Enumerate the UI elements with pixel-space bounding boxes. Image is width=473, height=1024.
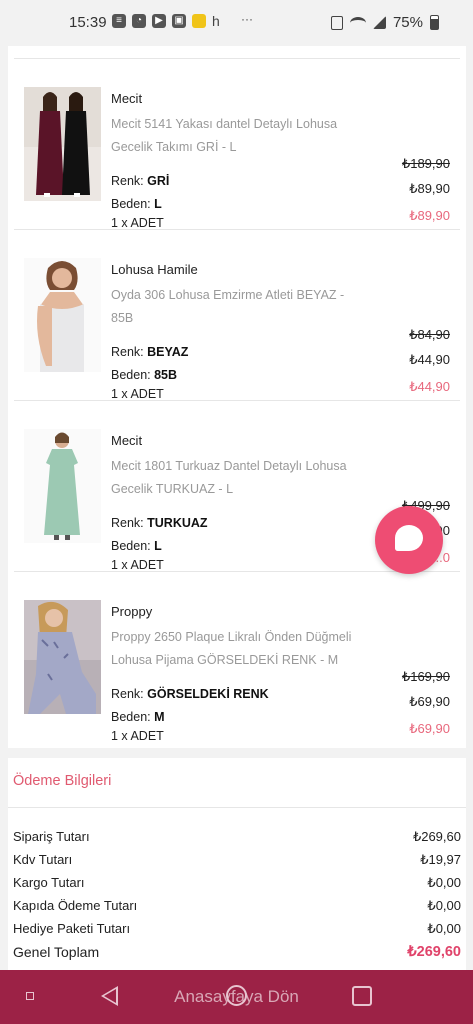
product-quantity: 1 x ADET — [111, 729, 164, 743]
color-value: GÖRSELDEKİ RENK — [147, 687, 269, 701]
product-size: Beden: M — [111, 710, 165, 724]
vibrate-icon — [330, 15, 343, 30]
row-value: ₺0,00 — [427, 875, 461, 890]
app-icon — [192, 14, 206, 28]
size-value: L — [154, 539, 162, 553]
notification-icons: ≡ ◔ ▶ ▣ h — [112, 14, 220, 28]
payment-row: Kdv Tutarı ₺19,97 — [13, 852, 461, 868]
row-label: Kargo Tutarı — [13, 875, 85, 890]
payment-row: Kapıda Ödeme Tutarı ₺0,00 — [13, 898, 461, 914]
product-name[interactable]: Oyda 306 Lohusa Emzirme Atleti BEYAZ - 8… — [111, 284, 356, 330]
product-size: Beden: L — [111, 539, 162, 553]
product-name[interactable]: Mecit 5141 Yakası dantel Detaylı Lohusa … — [111, 113, 356, 159]
product-image[interactable] — [24, 258, 101, 372]
order-item[interactable]: Mecit Mecit 5141 Yakası dantel Detaylı L… — [8, 59, 466, 230]
color-label: Renk: — [111, 687, 148, 701]
product-quantity: 1 x ADET — [111, 216, 164, 230]
product-size: Beden: 85B — [111, 368, 177, 382]
color-value: GRİ — [147, 174, 170, 188]
product-image[interactable] — [24, 87, 101, 201]
size-label: Beden: — [111, 539, 155, 553]
product-size: Beden: L — [111, 197, 162, 211]
row-label: Sipariş Tutarı — [13, 829, 90, 844]
divider — [8, 807, 466, 808]
payment-title: Ödeme Bilgileri — [13, 773, 112, 789]
battery-icon — [430, 15, 439, 30]
product-quantity: 1 x ADET — [111, 558, 164, 572]
package-icon: ▣ — [172, 14, 186, 28]
product-brand: Proppy — [111, 604, 153, 619]
payment-row: Sipariş Tutarı ₺269,60 — [13, 829, 461, 845]
status-right: 75% — [330, 14, 439, 31]
product-color: Renk: GÖRSELDEKİ RENK — [111, 687, 269, 701]
youtube-icon: ▶ — [152, 14, 166, 28]
color-value: TURKUAZ — [147, 516, 208, 530]
price: ₺89,90 — [409, 181, 450, 196]
battery-percent: 75% — [392, 14, 423, 31]
status-bar: 15:39 ≡ ◔ ▶ ▣ h ··· 75% — [0, 0, 473, 46]
nav-home-icon[interactable] — [226, 985, 247, 1006]
product-brand: Mecit — [111, 433, 143, 448]
product-color: Renk: TURKUAZ — [111, 516, 208, 530]
row-label: Kapıda Ödeme Tutarı — [13, 898, 138, 913]
row-label: Hediye Paketi Tutarı — [13, 921, 131, 936]
size-value: 85B — [154, 368, 178, 382]
size-label: Beden: — [111, 710, 155, 724]
nav-recents-icon[interactable] — [26, 992, 34, 1000]
line-total: ₺44,90 — [409, 379, 450, 394]
payment-info-card: Ödeme Bilgileri Sipariş Tutarı ₺269,60 Kd… — [8, 758, 466, 970]
color-label: Renk: — [111, 516, 148, 530]
status-extra: h — [212, 13, 220, 29]
size-label: Beden: — [111, 368, 155, 382]
home-return-bar[interactable]: Anasayfaya Dön — [0, 970, 473, 1024]
order-items-card: Mecit Mecit 5141 Yakası dantel Detaylı L… — [8, 46, 466, 748]
product-color: Renk: BEYAZ — [111, 345, 188, 359]
chat-button[interactable] — [375, 506, 443, 574]
size-value: M — [154, 710, 165, 724]
old-price: ₺189,90 — [401, 156, 450, 171]
color-label: Renk: — [111, 345, 148, 359]
row-value: ₺0,00 — [427, 898, 461, 913]
total-value: ₺269,60 — [407, 944, 461, 960]
status-dots: ··· — [241, 12, 253, 26]
price: ₺69,90 — [409, 694, 450, 709]
row-label: Kdv Tutarı — [13, 852, 73, 867]
signal-icon — [372, 16, 386, 29]
color-label: Renk: — [111, 174, 148, 188]
product-brand: Lohusa Hamile — [111, 262, 198, 277]
wifi-icon — [349, 16, 366, 29]
size-value: L — [154, 197, 162, 211]
size-label: Beden: — [111, 197, 155, 211]
row-value: ₺269,60 — [412, 829, 461, 844]
status-time: 15:39 — [69, 14, 107, 31]
nav-overview-icon[interactable] — [352, 986, 372, 1006]
product-brand: Mecit — [111, 91, 143, 106]
product-quantity: 1 x ADET — [111, 387, 164, 401]
row-value: ₺19,97 — [420, 852, 461, 867]
payment-row: Hediye Paketi Tutarı ₺0,00 — [13, 921, 461, 937]
row-value: ₺0,00 — [427, 921, 461, 936]
total-label: Genel Toplam — [13, 944, 100, 960]
product-color: Renk: GRİ — [111, 174, 169, 188]
line-total: ₺89,90 — [409, 208, 450, 223]
order-item[interactable]: Proppy Proppy 2650 Plaque Likralı Önden … — [8, 572, 466, 743]
product-image[interactable] — [24, 429, 101, 543]
message-icon: ≡ — [112, 14, 126, 28]
product-name[interactable]: Mecit 1801 Turkuaz Dantel Detaylı Lohusa… — [111, 455, 356, 501]
old-price: ₺84,90 — [409, 327, 450, 342]
grand-total-row: Genel Toplam ₺269,60 — [13, 944, 461, 960]
old-price: ₺169,90 — [401, 669, 450, 684]
payment-row: Kargo Tutarı ₺0,00 — [13, 875, 461, 891]
line-total: ₺69,90 — [409, 721, 450, 736]
whatsapp-icon: ◔ — [132, 14, 146, 28]
product-name[interactable]: Proppy 2650 Plaque Likralı Önden Düğmeli… — [111, 626, 356, 672]
product-image[interactable] — [24, 600, 101, 714]
price: ₺44,90 — [409, 352, 450, 367]
order-item[interactable]: Lohusa Hamile Oyda 306 Lohusa Emzirme At… — [8, 230, 466, 401]
color-value: BEYAZ — [147, 345, 189, 359]
chat-bubble-icon — [395, 525, 423, 551]
nav-back-icon[interactable] — [101, 986, 118, 1006]
